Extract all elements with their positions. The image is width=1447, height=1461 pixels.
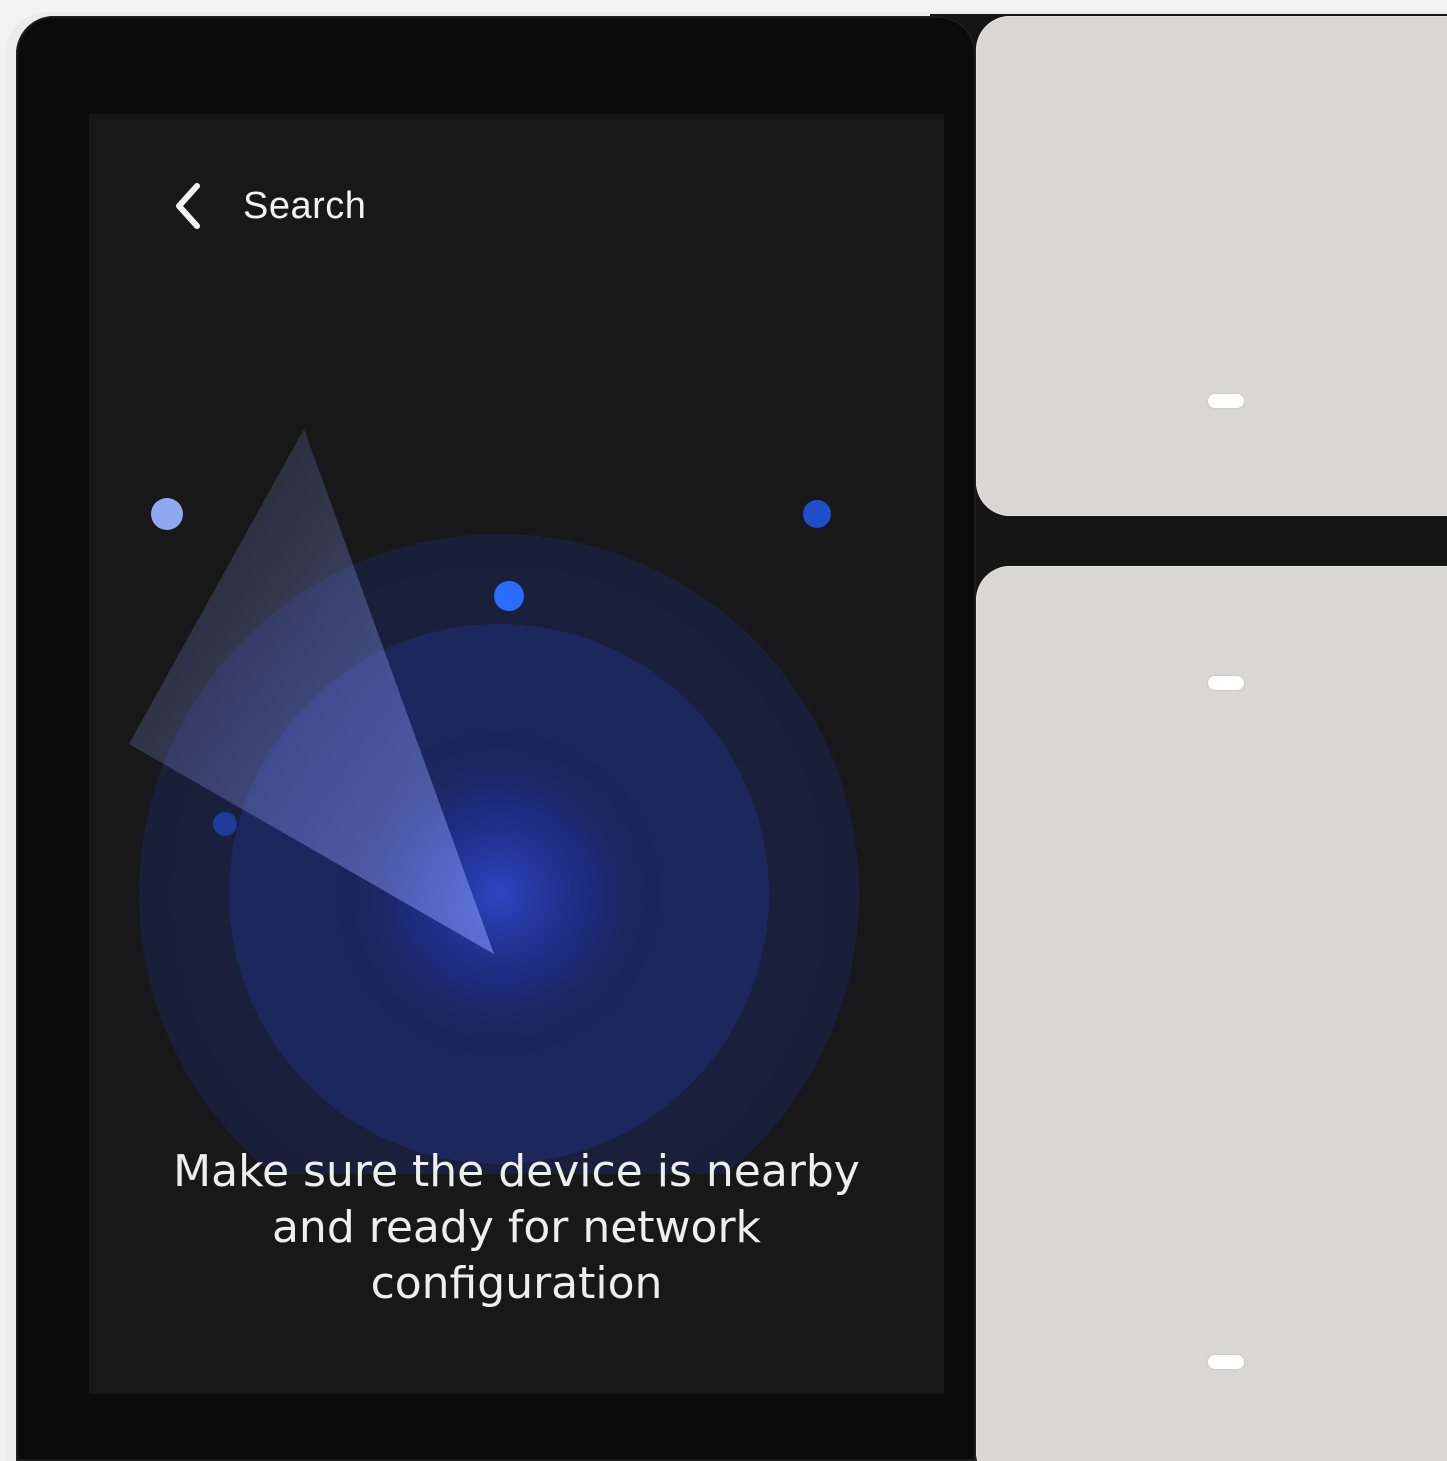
switch-key-top[interactable] (976, 16, 1447, 516)
instruction-line: Make sure the device is nearby (173, 1146, 860, 1197)
chevron-left-icon[interactable] (169, 178, 209, 234)
instruction-line: configuration (370, 1258, 663, 1309)
touch-panel-device: Search Make sure the device is nearby an… (16, 16, 976, 1461)
radar-scan-animation (89, 429, 939, 1174)
switch-key-bottom[interactable] (976, 566, 1447, 1461)
indicator-light (1208, 394, 1244, 408)
indicator-light (1208, 676, 1244, 690)
device-dot (151, 498, 183, 530)
device-screen: Search Make sure the device is nearby an… (89, 114, 944, 1394)
device-dot (213, 812, 237, 836)
instruction-line: and ready for network (271, 1202, 762, 1253)
smart-panel-photo: Search Make sure the device is nearby an… (0, 0, 1447, 1461)
instruction-message: Make sure the device is nearby and ready… (89, 1144, 944, 1312)
device-dot (494, 581, 524, 611)
device-dot (803, 500, 831, 528)
screen-header: Search (169, 178, 366, 234)
indicator-light (1208, 1355, 1244, 1369)
page-title: Search (243, 184, 367, 227)
